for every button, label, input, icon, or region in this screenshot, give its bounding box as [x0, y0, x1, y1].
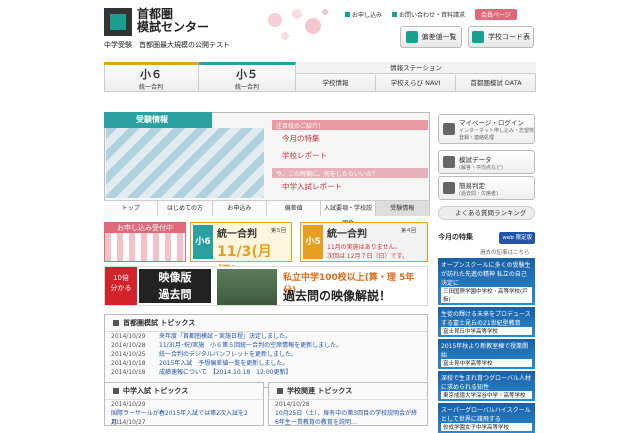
monthly-feature-heading: 今月の特集 web 限定版: [438, 232, 535, 244]
document-icon: [443, 156, 455, 168]
nav-school-info[interactable]: 学校情報: [296, 75, 376, 92]
nav-grade5[interactable]: 小５ 統一合判: [199, 62, 296, 92]
video-headline: 過去問の映像解説！: [283, 289, 392, 303]
list-item[interactable]: 10月25日（土）、扉有中の第3回目の学校説明会が終: [269, 409, 427, 418]
list-item[interactable]: 2014/10/18 成績速報について 【2014.10.18 12:00更新】: [105, 368, 427, 377]
nav-school-navi[interactable]: 学校えらび NAVI: [376, 75, 456, 92]
school-ad[interactable]: 深校で生まれ育つグローバル人材に求められる知性 東京成徳大学深谷中学・高等学校: [438, 371, 535, 401]
table-icon: [405, 31, 418, 43]
topics-main-title: 首都圏模試 トピックス: [105, 315, 427, 332]
video-title: 映像版 過去問: [139, 269, 211, 303]
topics-school-title: 学校関連 トピックス: [269, 383, 427, 400]
web-limited-badge: web 限定版: [499, 232, 535, 244]
info-station-title: 情報ステーション: [296, 62, 536, 74]
list-item[interactable]: 2014/10/18 2015年入試 予想偏差値一覧を更新しました。: [105, 359, 427, 368]
logo-mark[interactable]: [104, 8, 132, 36]
promo-heading-2: 今、この時期に、何をしたらいいの？: [272, 168, 428, 178]
school-ad[interactable]: 生徒の輝ける未来をプロデュースする富士見丘の21世紀型教育 富士見丘中学高等学校: [438, 307, 535, 337]
list-item[interactable]: 2014/10/29: [105, 400, 263, 409]
member-page-button[interactable]: 会員ページ: [475, 9, 517, 20]
video-past-exam-banner[interactable]: 10倍 分かる 映像版 過去問 私立中学100校以上(算・理 5年分) 過去問の映像…: [104, 266, 428, 306]
tagline: 中学受験 首都圏最大規模の公開テスト: [104, 41, 230, 49]
link-contact[interactable]: お問い合わせ・資料請求: [392, 10, 465, 19]
school-ads: オープンスクールに多くの受験生が訪れた先進の精神 私立の自己決定に 三田国際学園中…: [438, 258, 535, 433]
topics-juken: 中学入試 トピックス 2014/10/29 国際ラーサールが春2015年入試では…: [104, 382, 264, 426]
tab-beginners[interactable]: はじめての方: [158, 201, 213, 216]
topics-main: 首都圏模試 トピックス 2014/10/29 来年度「首都圏模試・実施日程」決定し…: [104, 314, 428, 388]
table-icon: [472, 31, 484, 43]
nav-grade6[interactable]: 小６ 統一合判: [104, 62, 199, 92]
faq-ranking-button[interactable]: よくある質問ランキング: [438, 206, 535, 220]
list-item[interactable]: 国際ラーサールが春2015年入試では第2次入試を2月…: [105, 409, 263, 426]
info-station: 情報ステーション 学校情報 学校えらび NAVI 首都圏模試 DATA: [296, 62, 536, 92]
tab-juken-info[interactable]: 受験情報: [375, 201, 430, 216]
mypage-login-button[interactable]: マイページ・ログイン インターネット申し込み・志望校登録・連絡処理: [438, 114, 535, 144]
deviation-list-button[interactable]: 偏差値一覧: [400, 26, 462, 48]
exam-data-button[interactable]: 模試データ (解答・平均点など): [438, 150, 535, 174]
link-entrance-report[interactable]: 中学入試レポート: [272, 178, 428, 195]
school-ad[interactable]: スーパーグローバルハイスクールとして世界に雄飛する 佼成学園女子中学高等学校: [438, 403, 535, 433]
teacher-photo: [217, 269, 277, 305]
school-code-button[interactable]: 学校コード表: [468, 26, 534, 48]
past-articles-link[interactable]: 過去の記事はこちら: [480, 248, 530, 256]
tab-apply[interactable]: お申込み: [212, 201, 267, 216]
grade5-exam-banner[interactable]: 小5 統一合判 第４回 11月の実施はありません。 次回は 12月７日（日）です…: [300, 222, 428, 262]
logo-text[interactable]: 首都圏 模試センター: [137, 8, 217, 34]
link-apply[interactable]: お申し込み: [345, 10, 382, 19]
calculator-icon: [443, 182, 455, 194]
video-badge: 10倍 分かる: [105, 267, 137, 305]
promo-heading: 注目校のご紹介！: [272, 120, 428, 130]
list-item[interactable]: 2014/10/29 来年度「首都圏模試・実施日程」決定しました。: [105, 332, 427, 341]
top-links: お申し込み お問い合わせ・資料請求 会員ページ: [345, 9, 517, 20]
school-ad[interactable]: オープンスクールに多くの受験生が訪れた先進の精神 私立の自己決定に 三田国際学園中…: [438, 258, 535, 305]
list-item[interactable]: 2014/10/28: [269, 400, 427, 409]
tab-deviation[interactable]: 偏差値: [266, 201, 322, 216]
juken-title: 受験情報: [104, 112, 212, 128]
list-item[interactable]: 2014/10/28 11/3(月･祝)実施 小６第５回統一合判の空席情報を更新し…: [105, 341, 427, 350]
list-item[interactable]: 2014/10/25 統一合判のデジタルパンフレットを更新しました。: [105, 350, 427, 359]
tab-requirements[interactable]: 入試要項・学校説明会: [321, 201, 376, 227]
user-icon: [443, 123, 455, 135]
nav-data[interactable]: 首都圏模試 DATA: [456, 75, 536, 92]
link-school-report[interactable]: 学校レポート: [272, 147, 428, 164]
topics-school: 学校関連 トピックス 2014/10/28 10月25日（土）、扉有中の第3回目…: [268, 382, 428, 426]
juken-tabs: トップ はじめての方 お申込み 偏差値 入試要項・学校説明会 受験情報: [104, 200, 430, 227]
quick-judge-button[interactable]: 簡易判定 (過去問・欠席者): [438, 176, 535, 200]
sakura-decoration: [268, 9, 328, 40]
juken-collage-image: [106, 128, 264, 198]
school-ad[interactable]: 2015年秋より新教室棟で授業開始 富士見中学高等学校: [438, 339, 535, 369]
link-monthly-feature[interactable]: 今月の特集: [272, 130, 428, 147]
topics-juken-title: 中学入試 トピックス: [105, 383, 263, 400]
grade6-exam-banner[interactable]: 小6 統一合判 第５回 11/3(月祝): [190, 222, 292, 280]
apply-banner[interactable]: お申し込み受付中: [104, 222, 186, 262]
tab-top[interactable]: トップ: [104, 201, 159, 216]
juken-promo: 注目校のご紹介！ 今月の特集 学校レポート 今、この時期に、何をしたらいいの？ …: [272, 120, 428, 200]
